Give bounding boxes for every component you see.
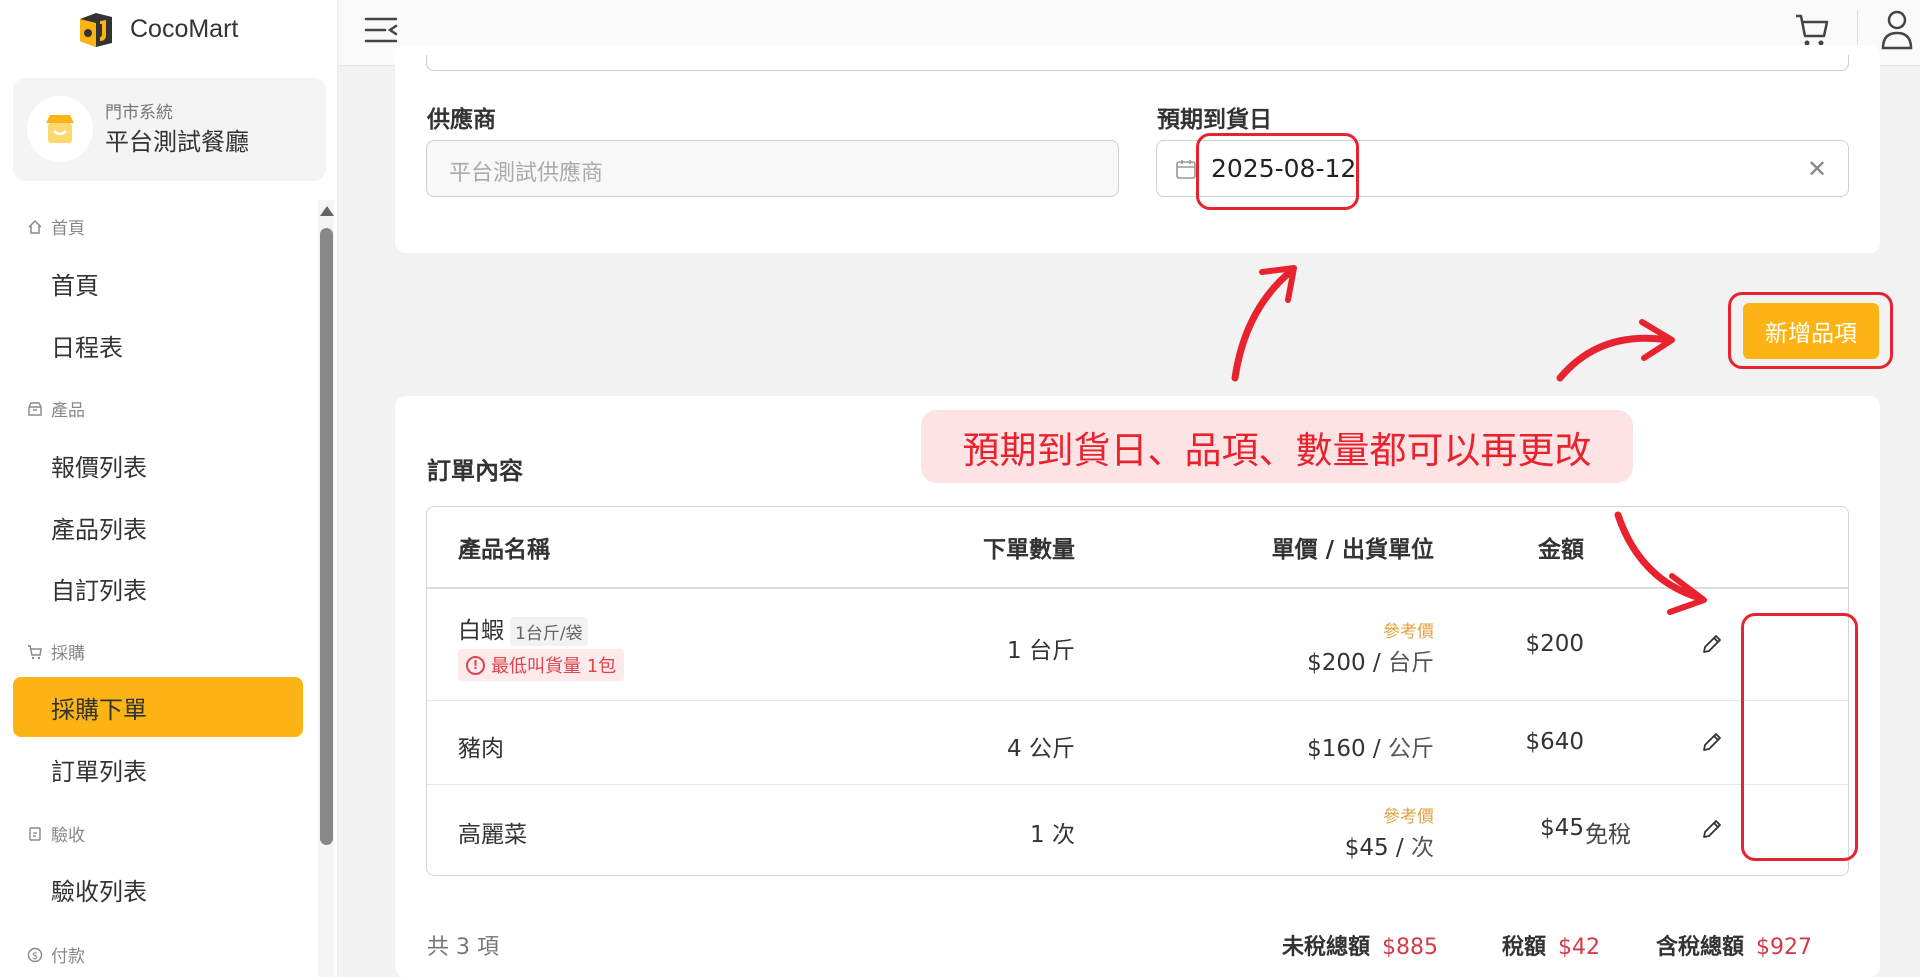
annotation-arrows — [1231, 265, 1707, 615]
arrow-to-date — [1231, 268, 1294, 382]
arrow-to-add-button — [1556, 334, 1672, 382]
